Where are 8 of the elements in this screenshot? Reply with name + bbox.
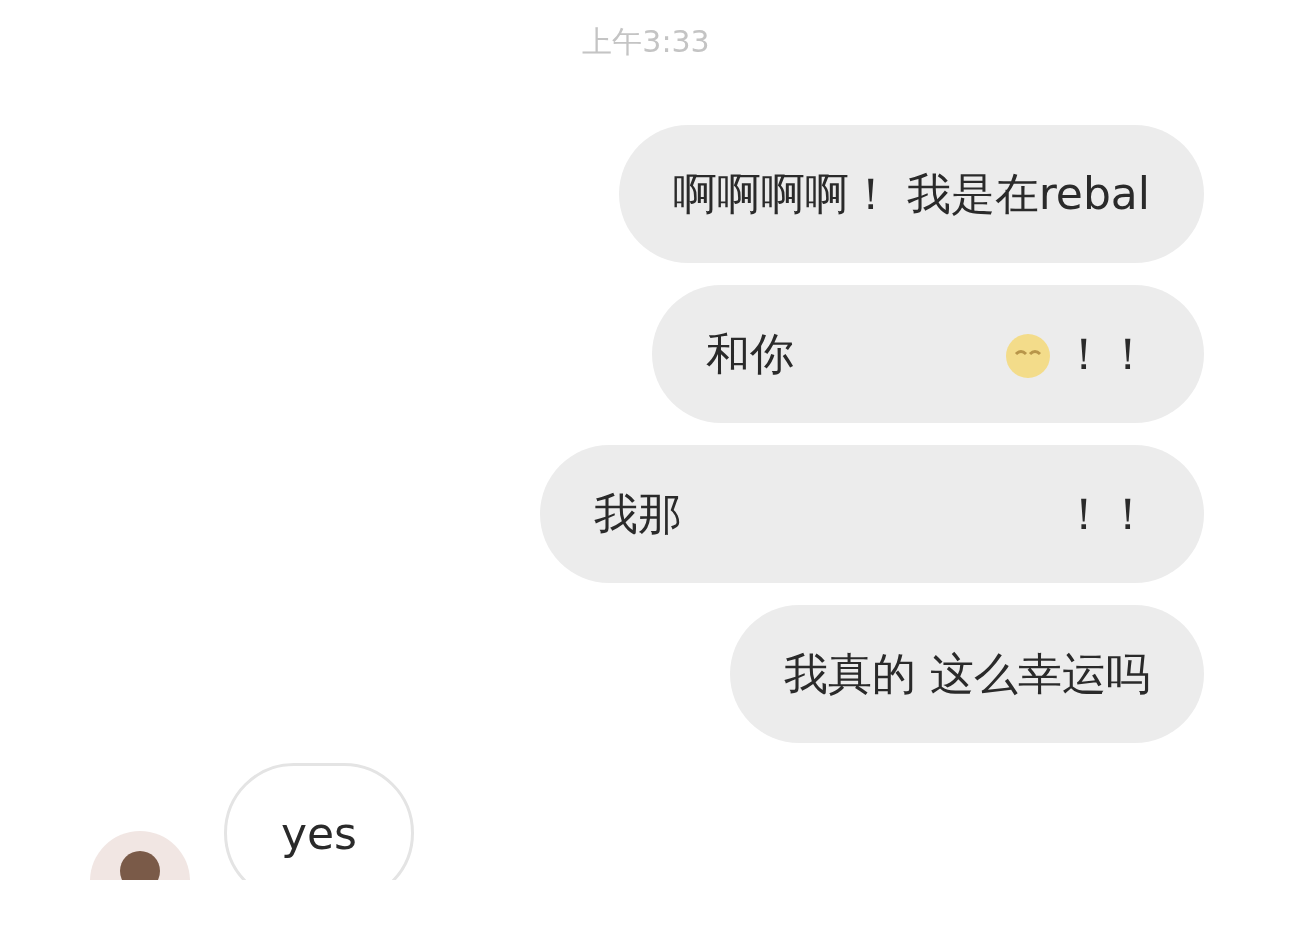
message-text: ！！ (1062, 326, 1150, 381)
message-text: 和你 (706, 326, 794, 381)
message-text: yes (281, 807, 358, 859)
message-text: ！！ (1062, 486, 1150, 541)
message-text: 我那 (594, 486, 682, 541)
message-text: 啊啊啊啊！ 我是在rebal (672, 166, 1150, 221)
message-text: 我真的 这么幸运吗 (784, 646, 1150, 701)
message-timestamp: 上午3:33 (582, 23, 710, 61)
